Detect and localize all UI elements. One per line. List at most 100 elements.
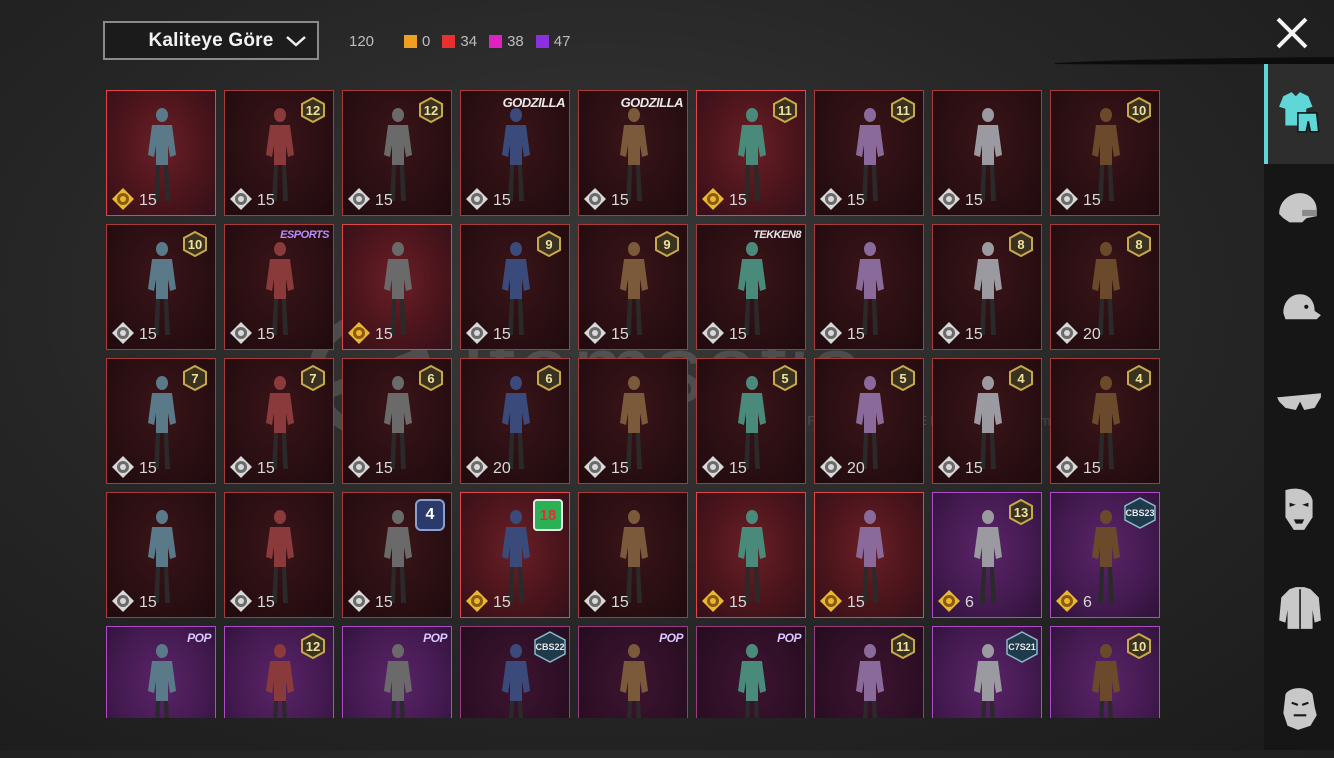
inventory-item[interactable]: 11 15 xyxy=(814,90,924,216)
inventory-item[interactable]: POP xyxy=(106,626,216,718)
total-count: 120 xyxy=(349,32,375,50)
inventory-item[interactable]: 5 20 xyxy=(814,358,924,484)
inventory-item[interactable]: 15 xyxy=(578,492,688,618)
outfit-preview-icon xyxy=(1092,510,1120,603)
inventory-item[interactable]: 15 xyxy=(224,492,334,618)
inventory-item[interactable]: 10 xyxy=(1050,626,1160,718)
outfit-preview-icon xyxy=(266,242,294,335)
inventory-item[interactable]: 12 15 xyxy=(224,90,334,216)
silver-coin-icon xyxy=(1056,322,1078,344)
item-count: 15 xyxy=(375,326,393,343)
silver-coin-icon xyxy=(702,456,724,478)
outfit-preview-icon xyxy=(856,376,884,469)
inventory-item[interactable]: 6 20 xyxy=(460,358,570,484)
gold-coin-icon xyxy=(820,590,842,612)
item-count: 6 xyxy=(1083,594,1092,611)
collab-tag: POP xyxy=(659,631,683,645)
inventory-item[interactable]: 4 15 xyxy=(1050,358,1160,484)
category-tab-outfit[interactable] xyxy=(1264,64,1334,164)
inventory-item[interactable]: 7 15 xyxy=(224,358,334,484)
outfit-preview-icon xyxy=(856,108,884,201)
outfit-preview-icon xyxy=(1092,242,1120,335)
silver-coin-icon xyxy=(112,456,134,478)
close-button[interactable] xyxy=(1272,13,1312,53)
inventory-item[interactable]: 9 15 xyxy=(460,224,570,350)
collab-tag: GODZILLA xyxy=(620,95,684,110)
tier-color-swatch xyxy=(404,34,418,48)
level-badge: 8 xyxy=(1127,231,1151,257)
inventory-item[interactable]: 11 15 xyxy=(696,90,806,216)
silver-coin-icon xyxy=(230,456,252,478)
category-tab-face[interactable] xyxy=(1264,658,1334,758)
inventory-item[interactable]: 13 6 xyxy=(932,492,1042,618)
inventory-item[interactable]: 18 15 xyxy=(460,492,570,618)
inventory-item[interactable]: 15 xyxy=(696,492,806,618)
level-badge: 12 xyxy=(419,97,443,123)
outfit-preview-icon xyxy=(856,644,884,718)
inventory-item[interactable]: 10 15 xyxy=(106,224,216,350)
category-tab-glasses[interactable] xyxy=(1264,361,1334,461)
chevron-down-icon xyxy=(286,36,306,47)
inventory-item[interactable]: GODZILLA 15 xyxy=(578,90,688,216)
silver-coin-icon xyxy=(938,322,960,344)
category-tab-helmet[interactable] xyxy=(1264,163,1334,263)
inventory-item[interactable]: 12 15 xyxy=(342,90,452,216)
inventory-item[interactable]: 5 15 xyxy=(696,358,806,484)
item-count: 15 xyxy=(139,192,157,209)
sort-dropdown[interactable]: Kaliteye Göre xyxy=(103,21,319,60)
level-badge: 6 xyxy=(419,365,443,391)
inventory-item[interactable]: POP xyxy=(578,626,688,718)
inventory-item[interactable]: 15 xyxy=(342,224,452,350)
level-badge: 9 xyxy=(655,231,679,257)
helmet-icon xyxy=(1279,193,1317,223)
inventory-item[interactable]: ESPORTS 15 xyxy=(224,224,334,350)
collab-tag: GODZILLA xyxy=(502,95,566,110)
outfit-preview-icon xyxy=(502,644,530,718)
item-count: 15 xyxy=(729,594,747,611)
outfit-preview-icon xyxy=(856,242,884,335)
inventory-item[interactable]: 4 15 xyxy=(932,358,1042,484)
inventory-item[interactable]: 15 xyxy=(814,224,924,350)
tier-color-swatch xyxy=(535,34,549,48)
inventory-item[interactable]: 15 xyxy=(932,90,1042,216)
silver-coin-icon xyxy=(938,188,960,210)
outfit-preview-icon xyxy=(620,644,648,718)
inventory-item[interactable]: 7 15 xyxy=(106,358,216,484)
item-count: 15 xyxy=(257,192,275,209)
level-badge: 4 xyxy=(1009,365,1033,391)
item-count: 15 xyxy=(493,192,511,209)
inventory-item[interactable]: CBS23 6 xyxy=(1050,492,1160,618)
inventory-item[interactable]: 15 xyxy=(814,492,924,618)
category-tab-mask[interactable] xyxy=(1264,460,1334,560)
inventory-item[interactable]: C7S21 xyxy=(932,626,1042,718)
level-badge: 10 xyxy=(1127,633,1151,659)
inventory-item[interactable]: 15 xyxy=(106,492,216,618)
item-count: 15 xyxy=(729,460,747,477)
inventory-item[interactable]: TEKKEN8 15 xyxy=(696,224,806,350)
inventory-item[interactable]: 11 xyxy=(814,626,924,718)
item-count: 15 xyxy=(1083,460,1101,477)
level-badge: 11 xyxy=(773,97,797,123)
inventory-item[interactable]: 6 15 xyxy=(342,358,452,484)
inventory-item[interactable]: 4 15 xyxy=(342,492,452,618)
outfit-preview-icon xyxy=(502,376,530,469)
inventory-item[interactable]: 10 15 xyxy=(1050,90,1160,216)
inventory-item[interactable]: POP xyxy=(696,626,806,718)
item-count: 15 xyxy=(493,326,511,343)
inventory-item[interactable]: POP xyxy=(342,626,452,718)
outfit-preview-icon xyxy=(1092,376,1120,469)
gold-coin-icon xyxy=(348,322,370,344)
inventory-item[interactable]: 8 15 xyxy=(932,224,1042,350)
inventory-item[interactable]: 15 xyxy=(578,358,688,484)
category-tab-cap[interactable] xyxy=(1264,262,1334,362)
tier-color-swatch xyxy=(489,34,503,48)
inventory-item[interactable]: 9 15 xyxy=(578,224,688,350)
inventory-item[interactable]: 15 xyxy=(106,90,216,216)
inventory-item[interactable]: 12 xyxy=(224,626,334,718)
category-tab-jacket[interactable] xyxy=(1264,559,1334,659)
inventory-item[interactable]: 8 20 xyxy=(1050,224,1160,350)
silver-coin-icon xyxy=(1056,456,1078,478)
level-badge: 10 xyxy=(1127,97,1151,123)
inventory-item[interactable]: CBS22 xyxy=(460,626,570,718)
inventory-item[interactable]: GODZILLA 15 xyxy=(460,90,570,216)
